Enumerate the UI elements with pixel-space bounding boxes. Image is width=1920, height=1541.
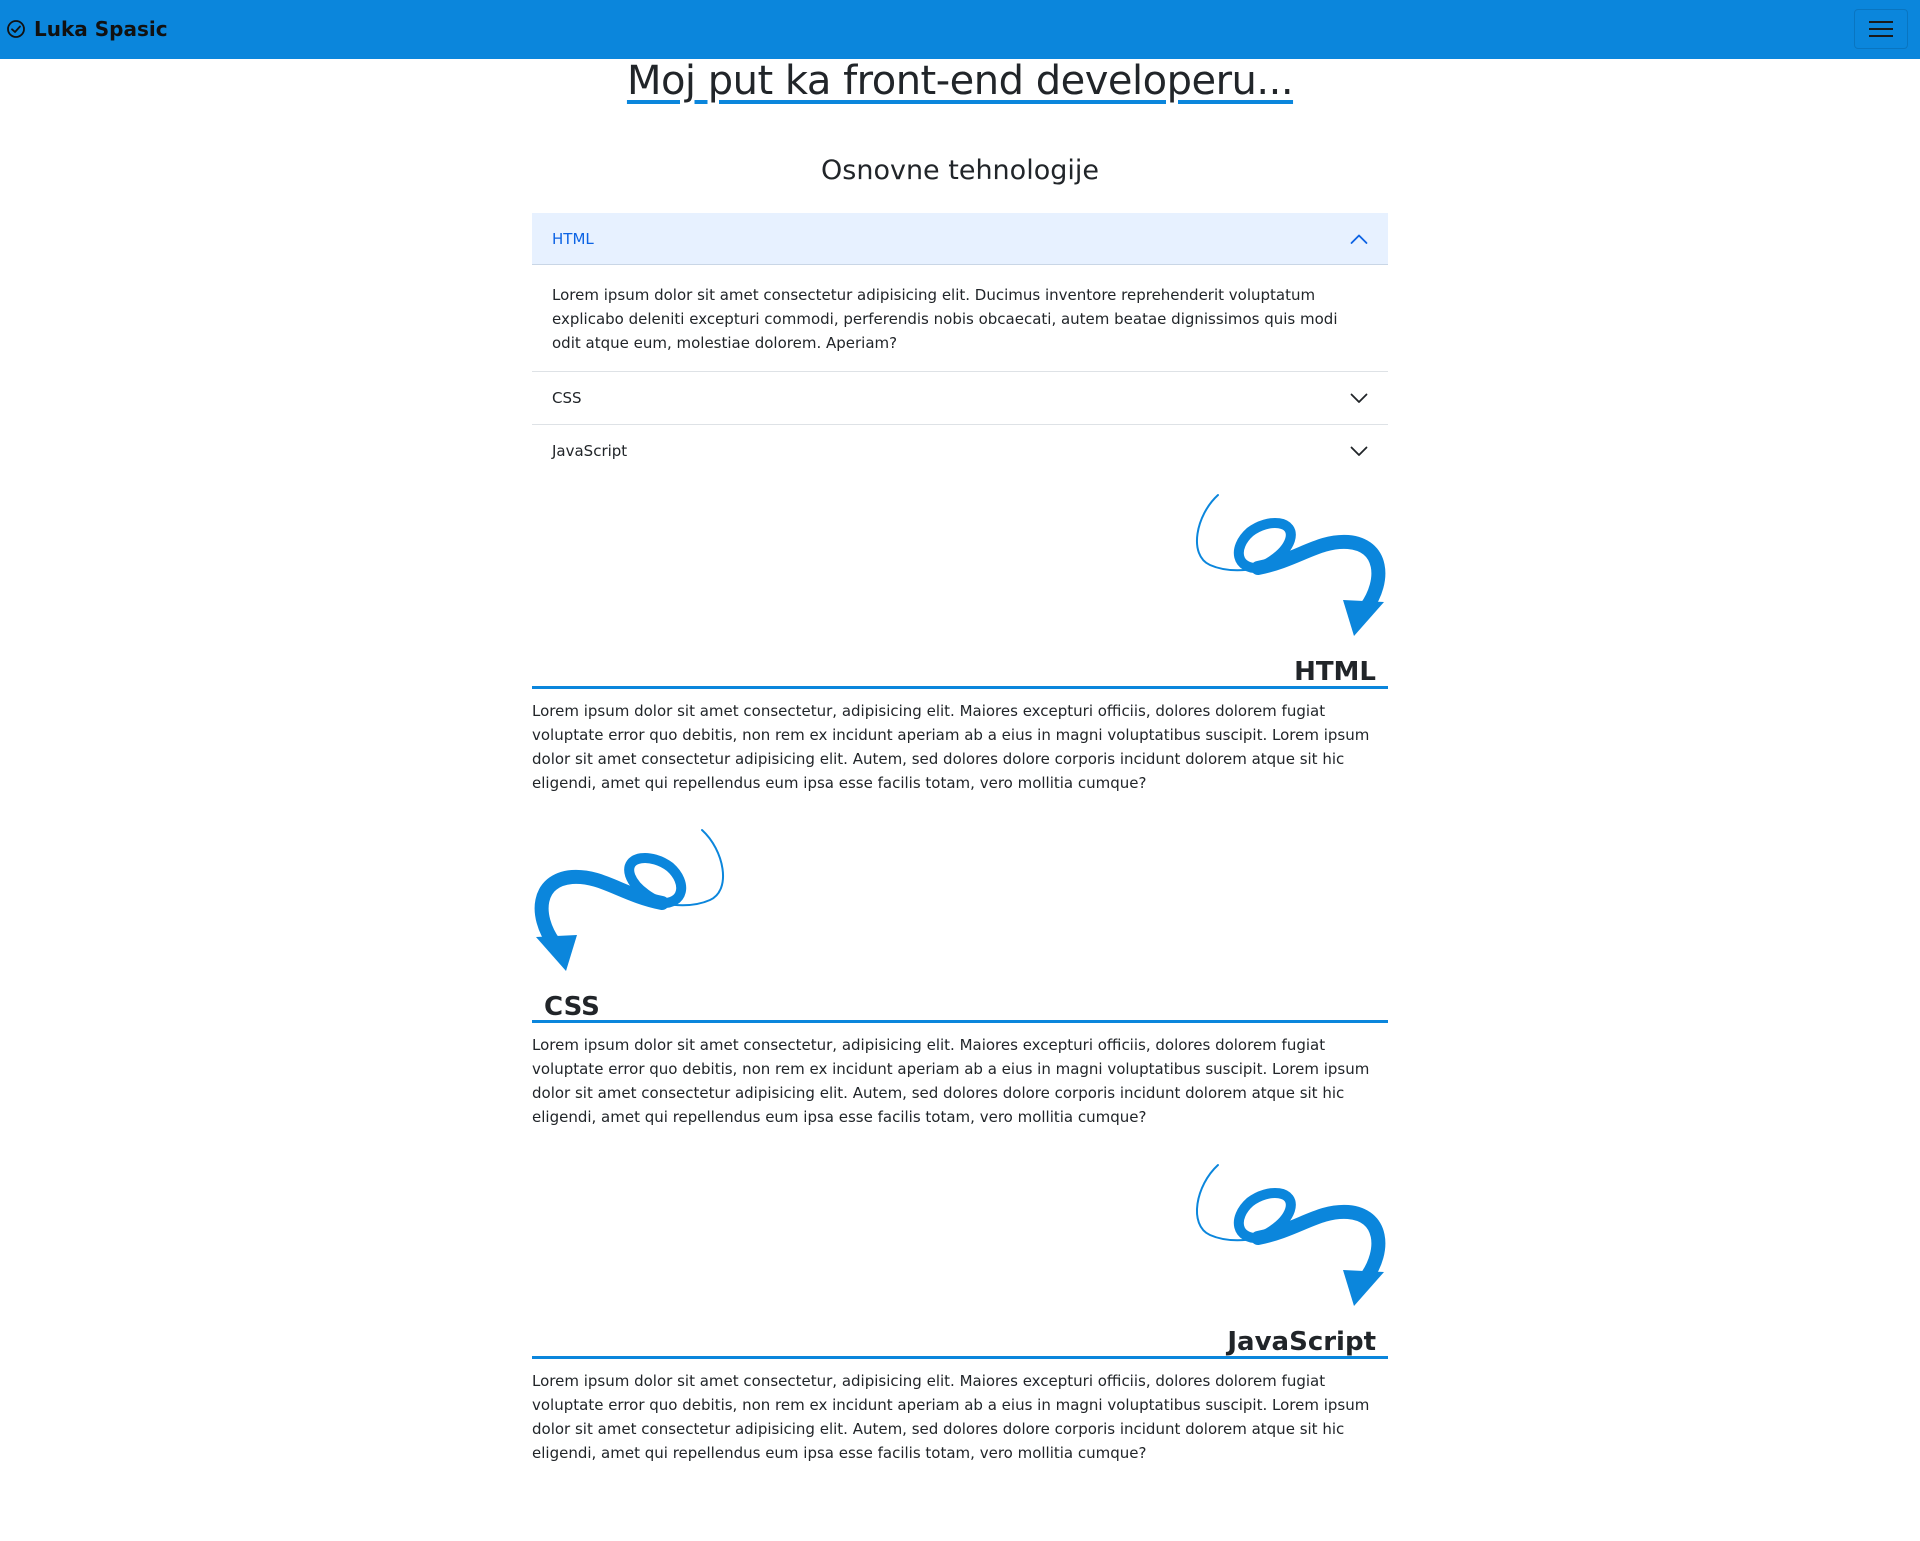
- section-text-css: Lorem ipsum dolor sit amet consectetur, …: [532, 1036, 1370, 1126]
- section-heading-html: HTML: [1294, 657, 1376, 687]
- chevron-down-icon: [1350, 393, 1368, 403]
- accordion-header-javascript[interactable]: JavaScript: [532, 425, 1388, 477]
- accordion-body-html: Lorem ipsum dolor sit amet consectetur a…: [552, 286, 1338, 352]
- hamburger-menu-icon: [1869, 21, 1893, 37]
- section-text-javascript: Lorem ipsum dolor sit amet consectetur, …: [532, 1372, 1370, 1462]
- curly-arrow-icon: [1195, 1164, 1386, 1306]
- check-circle-icon: [7, 20, 25, 38]
- technologies-accordion: HTML Lorem ipsum dolor sit amet consecte…: [532, 213, 1388, 477]
- accordion-header-css[interactable]: CSS: [532, 372, 1388, 424]
- curly-arrow-icon: [1195, 494, 1386, 636]
- brand-name: Luka Spasic: [34, 17, 168, 41]
- curly-arrow-icon: [534, 829, 725, 971]
- section-heading-css: CSS: [544, 992, 600, 1022]
- section-subtitle: Osnovne tehnologije: [821, 155, 1099, 186]
- chevron-down-icon: [1350, 446, 1368, 456]
- page-title-link[interactable]: Moj put ka front-end developeru...: [627, 58, 1294, 104]
- chevron-up-icon: [1350, 234, 1368, 244]
- section-heading-javascript: JavaScript: [1227, 1327, 1376, 1357]
- accordion-item-html: HTML Lorem ipsum dolor sit amet consecte…: [532, 213, 1388, 372]
- accordion-item-javascript: JavaScript: [532, 425, 1388, 477]
- accordion-label: JavaScript: [552, 442, 628, 460]
- accordion-label: HTML: [552, 229, 594, 248]
- accordion-item-css: CSS: [532, 372, 1388, 425]
- accordion-header-html[interactable]: HTML: [532, 213, 1388, 265]
- accordion-label: CSS: [552, 389, 582, 407]
- section-text-html: Lorem ipsum dolor sit amet consectetur, …: [532, 702, 1370, 792]
- section-divider: [532, 686, 1388, 689]
- navbar: Luka Spasic: [0, 0, 1920, 59]
- navbar-toggler-button[interactable]: [1854, 9, 1908, 49]
- page-title-wrapper: Moj put ka front-end developeru...: [0, 58, 1920, 104]
- section-divider: [532, 1020, 1388, 1023]
- section-divider: [532, 1356, 1388, 1359]
- brand-link[interactable]: Luka Spasic: [6, 17, 168, 41]
